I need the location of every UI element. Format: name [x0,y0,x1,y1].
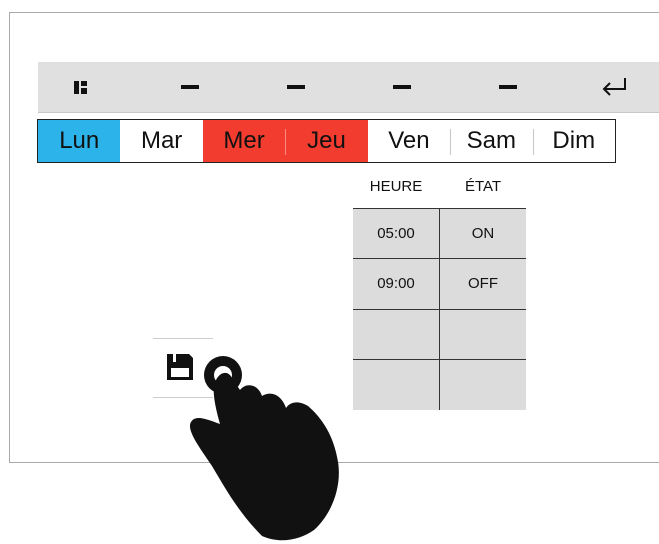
toolbar-slot-2-button[interactable] [256,62,336,112]
grid-icon [73,80,87,94]
time-cell[interactable]: 05:00 [353,209,439,258]
dash-icon [287,85,305,89]
state-cell[interactable]: ON [440,209,526,258]
dash-icon [393,85,411,89]
toolbar-slot-4-button[interactable] [468,62,548,112]
state-cell[interactable] [440,310,526,359]
day-label: Ven [388,127,430,154]
dash-icon [499,85,517,89]
day-selector: Lun Mar Mer Jeu Ven Sam Dim [37,119,616,163]
toolbar-slot-3-button[interactable] [362,62,442,112]
day-tab-sam[interactable]: Sam [450,120,532,162]
menu-button[interactable] [40,62,120,112]
state-column-header: ÉTAT [464,178,502,195]
day-label: Mer [223,127,265,154]
day-label: Jeu [307,127,346,154]
day-label: Dim [552,127,596,154]
pointing-hand-icon [189,356,339,541]
day-separator [532,129,534,155]
back-button[interactable] [574,62,654,112]
day-tab-mar[interactable]: Mar [120,120,202,162]
state-cell[interactable] [440,360,526,409]
day-tab-mer[interactable]: Mer [202,120,286,162]
day-tab-jeu[interactable]: Jeu [285,120,368,162]
day-separator [450,129,452,155]
toolbar-slot-1-button[interactable] [150,62,230,112]
return-icon [602,78,626,96]
state-cell[interactable]: OFF [440,259,526,308]
day-tab-ven[interactable]: Ven [368,120,450,162]
time-cell[interactable] [353,310,439,359]
time-column-header: HEURE [369,178,423,195]
toolbar [38,62,659,113]
day-separator [285,129,287,155]
time-cell[interactable] [353,360,439,409]
dash-icon [181,85,199,89]
time-cell[interactable]: 09:00 [353,259,439,308]
day-tab-dim[interactable]: Dim [532,120,615,162]
day-label: Mar [140,127,183,154]
table-column-divider [439,208,440,410]
day-tab-lun[interactable]: Lun [38,120,121,162]
day-label: Lun [59,127,100,154]
day-label: Sam [466,127,516,154]
